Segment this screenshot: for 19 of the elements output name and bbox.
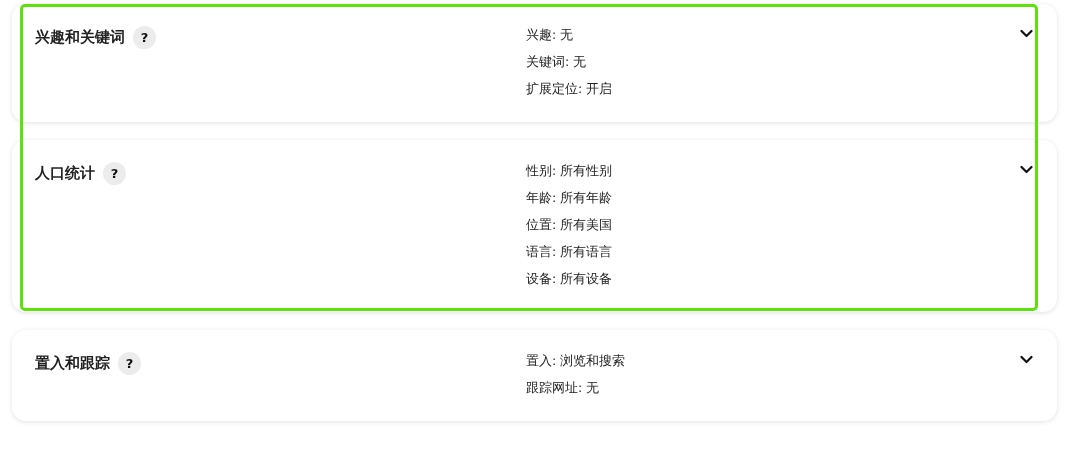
chevron-down-icon[interactable] (1020, 355, 1033, 364)
detail-text: 关键词: 无 (526, 53, 587, 71)
section-title: 置入和跟踪 (35, 353, 110, 373)
help-button[interactable]: ? (103, 162, 126, 185)
detail-text: 性别: 所有性别 (526, 162, 613, 180)
help-button[interactable]: ? (118, 352, 141, 375)
chevron-down-icon[interactable] (1020, 29, 1033, 38)
detail-text: 扩展定位: 开启 (526, 80, 613, 98)
detail-text: 语言: 所有语言 (526, 243, 613, 261)
detail-text: 设备: 所有设备 (526, 270, 613, 288)
detail-text: 跟踪网址: 无 (526, 379, 600, 397)
help-button[interactable]: ? (133, 26, 156, 49)
detail-text: 年龄: 所有年龄 (526, 189, 613, 207)
detail-text: 置入: 浏览和搜索 (526, 352, 626, 370)
chevron-down-icon[interactable] (1020, 165, 1033, 174)
section-title: 人口统计 (35, 163, 95, 183)
section-title: 兴趣和关键词 (35, 27, 125, 47)
detail-text: 位置: 所有美国 (526, 216, 613, 234)
detail-text: 兴趣: 无 (526, 26, 574, 44)
